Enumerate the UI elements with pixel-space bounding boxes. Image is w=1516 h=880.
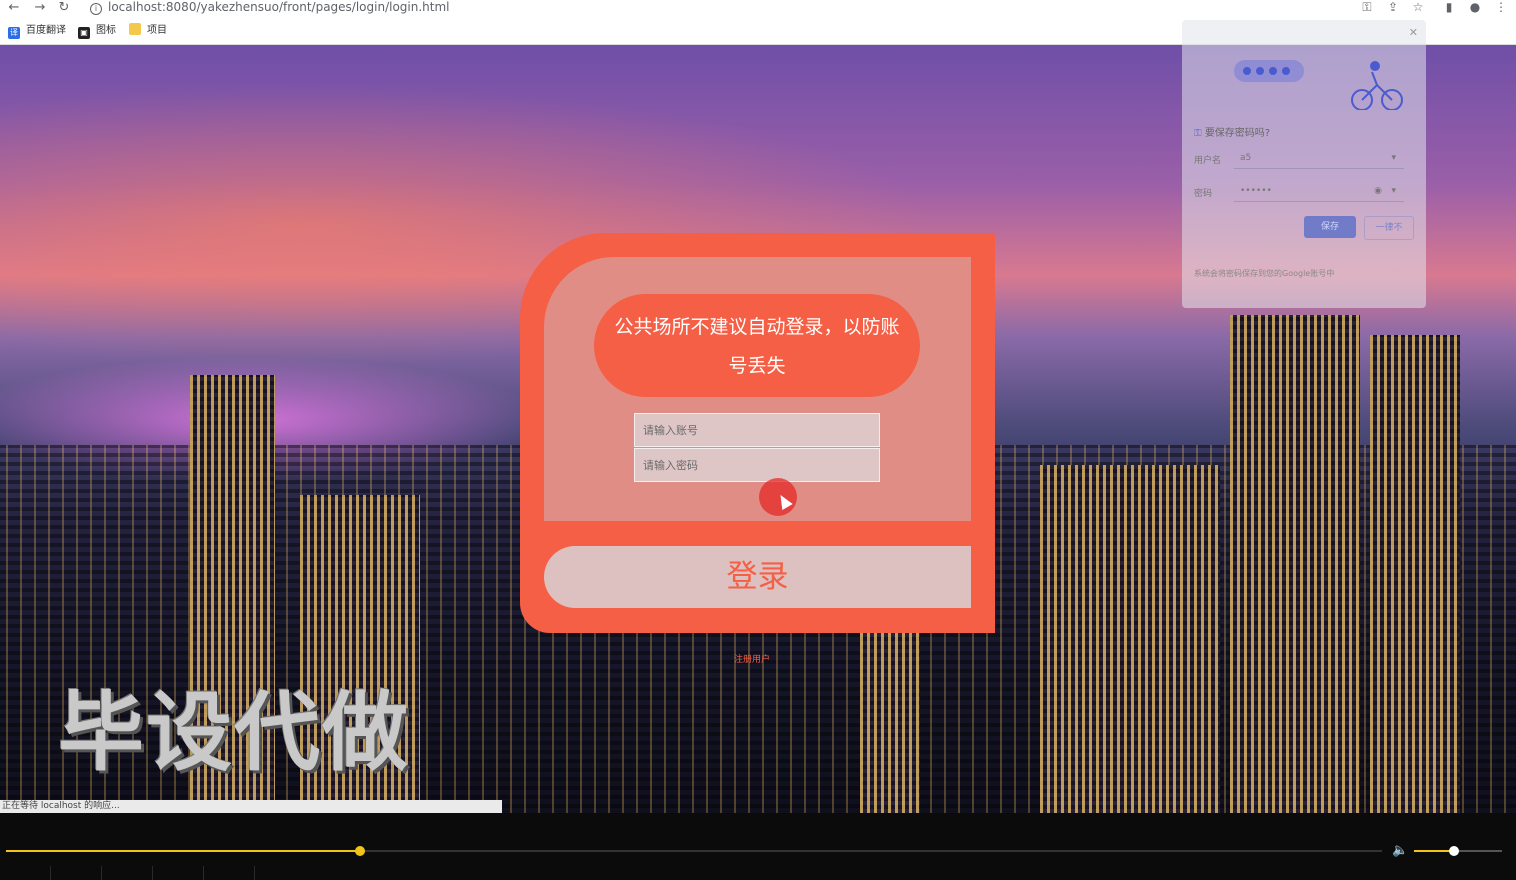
- image-icon: ▣: [78, 27, 90, 39]
- never-save-button[interactable]: 一律不: [1364, 216, 1414, 240]
- username-select[interactable]: a5 ▾: [1234, 147, 1404, 169]
- progress-handle[interactable]: [354, 846, 365, 856]
- share-icon[interactable]: ⇪: [1386, 0, 1400, 16]
- volume-handle[interactable]: [1448, 846, 1459, 856]
- building: [1230, 315, 1360, 813]
- translate-icon: 译: [8, 27, 20, 39]
- address-bar[interactable]: i localhost:8080/yakezhensuo/front/pages/…: [90, 0, 450, 16]
- player-control[interactable]: [51, 866, 102, 880]
- url-text: localhost:8080/yakezhensuo/front/pages/l…: [108, 0, 450, 14]
- save-password-title: ⚿ 要保存密码吗?: [1194, 128, 1271, 139]
- password-label: 密码: [1194, 189, 1213, 199]
- password-input[interactable]: [634, 448, 880, 482]
- status-bar: 正在等待 localhost 的响应...: [0, 800, 502, 813]
- chevron-down-icon: ▾: [1391, 153, 1396, 163]
- arrow-right-icon[interactable]: →: [32, 0, 48, 16]
- save-password-button[interactable]: 保存: [1304, 216, 1356, 238]
- bookmark-baidu-translate[interactable]: 译百度翻译: [8, 23, 66, 39]
- account-input[interactable]: [634, 413, 880, 447]
- eye-icon[interactable]: ◉: [1374, 180, 1382, 202]
- save-password-popup: ✕ ⚿ 要保存密码吗? 用户名 a5 ▾ 密码 •••••• ◉ ▾ 保存 一律…: [1182, 20, 1426, 308]
- auto-login-tip: 公共场所不建议自动登录，以防账号丢失: [594, 294, 920, 397]
- register-link[interactable]: 注册用户: [734, 652, 770, 665]
- bookmark-icons[interactable]: ▣ 图标: [78, 23, 116, 39]
- browser-toolbar: ← → ↻ i localhost:8080/yakezhensuo/front/…: [0, 0, 1516, 18]
- building: [1370, 335, 1460, 813]
- star-icon[interactable]: ☆: [1411, 0, 1425, 16]
- folder-icon: [129, 23, 141, 35]
- player-control[interactable]: [204, 866, 255, 880]
- password-illustration-icon: [1234, 60, 1403, 110]
- key-icon[interactable]: ⚿: [1360, 0, 1374, 16]
- close-icon[interactable]: ✕: [1409, 26, 1418, 39]
- menu-icon[interactable]: ⋮: [1494, 0, 1508, 16]
- player-control[interactable]: [102, 866, 153, 880]
- building: [1040, 465, 1220, 813]
- info-icon[interactable]: i: [90, 3, 102, 15]
- chevron-down-icon: ▾: [1391, 186, 1396, 196]
- arrow-left-icon[interactable]: ←: [6, 0, 22, 16]
- key-icon: ⚿: [1194, 128, 1202, 139]
- video-player-bar: 🔈: [0, 813, 1516, 880]
- player-control[interactable]: [153, 866, 204, 880]
- username-label: 用户名: [1194, 156, 1222, 166]
- bookmark-projects[interactable]: 项目: [129, 23, 167, 39]
- progress-fill: [6, 850, 360, 852]
- player-control[interactable]: [0, 866, 51, 880]
- volume-fill: [1414, 850, 1454, 852]
- login-button[interactable]: 登录: [544, 546, 971, 608]
- volume-icon[interactable]: 🔈: [1392, 843, 1408, 859]
- volume-track[interactable]: [1414, 846, 1502, 856]
- profile-icon[interactable]: ●: [1468, 0, 1482, 16]
- watermark-text: 毕设代做: [58, 683, 410, 783]
- sidebar-icon[interactable]: ▮: [1442, 0, 1456, 16]
- save-password-footer: 系统会将密码保存到您的Google账号中: [1194, 269, 1335, 278]
- password-value-field[interactable]: •••••• ◉ ▾: [1234, 180, 1404, 202]
- progress-track[interactable]: [6, 846, 1382, 856]
- reload-icon[interactable]: ↻: [56, 0, 72, 16]
